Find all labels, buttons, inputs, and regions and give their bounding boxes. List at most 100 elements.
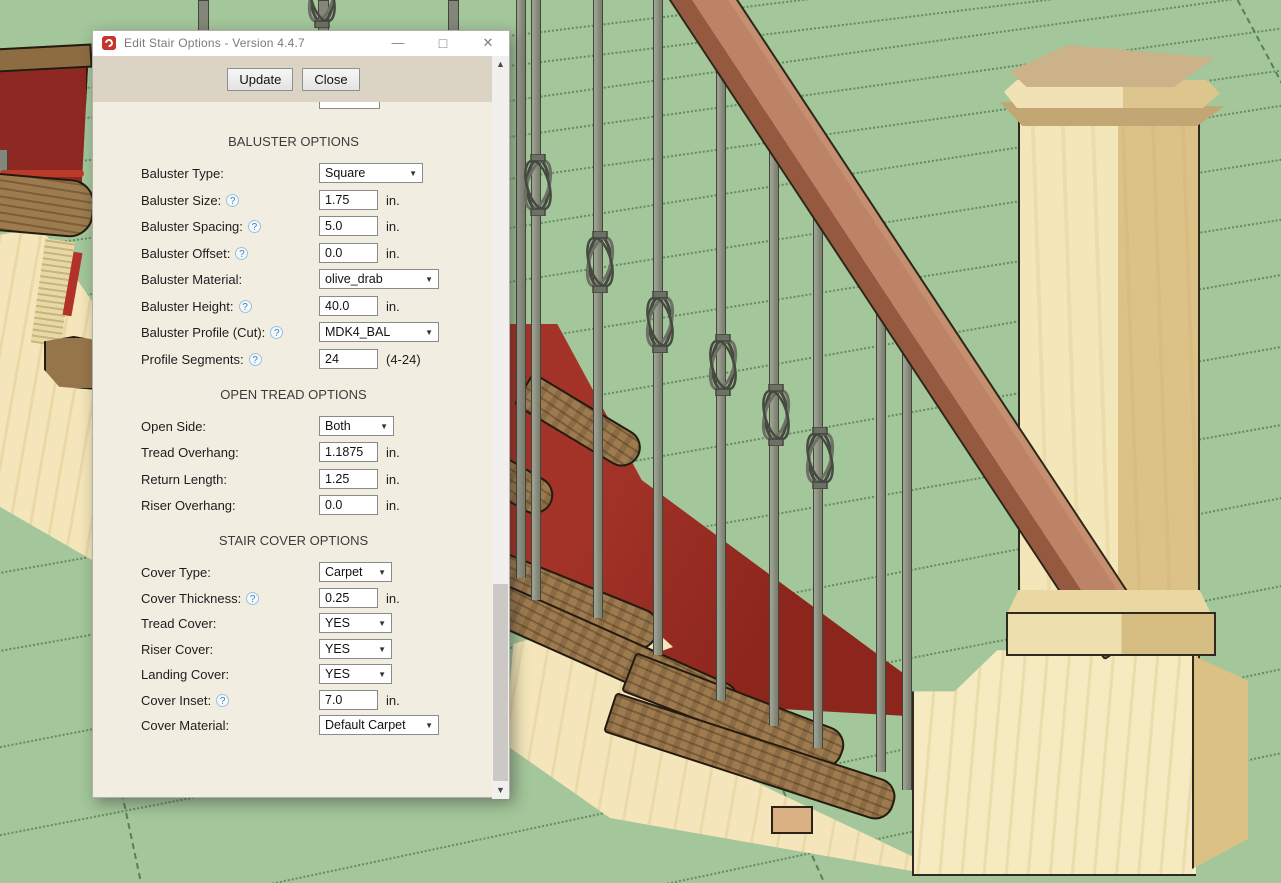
baluster-size-input[interactable]: 1.75 <box>319 190 378 210</box>
stair-tread <box>0 173 96 239</box>
unit-label: in. <box>386 498 400 513</box>
scrollbar-up-arrow[interactable]: ▲ <box>492 56 509 73</box>
cover-inset-input[interactable]: 7.0 <box>319 690 378 710</box>
section-heading-stair-cover-options: STAIR COVER OPTIONS <box>93 533 494 548</box>
close-dialog-button[interactable]: Close <box>302 68 359 91</box>
cover-thickness-input[interactable]: 0.25 <box>319 588 378 608</box>
field-label: Baluster Spacing: <box>141 219 243 234</box>
minimize-button[interactable]: — <box>387 33 409 53</box>
unit-label: in. <box>386 472 400 487</box>
help-icon[interactable]: ? <box>246 592 259 605</box>
basket-ornament <box>518 154 558 216</box>
unit-label: in. <box>386 445 400 460</box>
riser-overhang-input[interactable]: 0.0 <box>319 495 378 515</box>
form-row: Cover Inset:? 7.0 in. <box>93 690 494 710</box>
tread-overhang-input[interactable]: 1.1875 <box>319 442 378 462</box>
help-icon[interactable]: ? <box>216 694 229 707</box>
edit-stair-options-dialog: Edit Stair Options - Version 4.4.7 — □ ✕… <box>92 30 510 798</box>
help-icon[interactable]: ? <box>249 353 262 366</box>
baluster-rod <box>876 292 886 772</box>
field-label: Baluster Size: <box>141 193 221 208</box>
return-length-input[interactable]: 1.25 <box>319 469 378 489</box>
dropdown-arrow-icon: ▼ <box>378 568 386 577</box>
baluster-offset-input[interactable]: 0.0 <box>319 243 378 263</box>
form-row: Cover Material: Default Carpet▼ <box>93 715 494 735</box>
form-row: Tread Overhang: 1.1875 in. <box>93 442 494 462</box>
newel-post-base-side <box>1192 655 1248 869</box>
newel-post-collar <box>1006 612 1216 656</box>
update-button[interactable]: Update <box>227 68 293 91</box>
baluster-material-select[interactable]: olive_drab▼ <box>319 269 439 289</box>
baluster-rod <box>516 0 526 578</box>
unit-label: in. <box>386 299 400 314</box>
range-hint-label: (4-24) <box>386 352 421 367</box>
dialog-scrollbar[interactable]: ▲ ▼ <box>492 56 509 799</box>
baluster-height-input[interactable]: 40.0 <box>319 296 378 316</box>
cover-type-select[interactable]: Carpet▼ <box>319 562 392 582</box>
dropdown-arrow-icon: ▼ <box>378 645 386 654</box>
baluster-profile-select[interactable]: MDK4_BAL▼ <box>319 322 439 342</box>
section-heading-open-tread-options: OPEN TREAD OPTIONS <box>93 387 494 402</box>
cover-material-select[interactable]: Default Carpet▼ <box>319 715 439 735</box>
help-icon[interactable]: ? <box>239 300 252 313</box>
form-row: Baluster Height:? 40.0 in. <box>93 296 494 316</box>
profile-segments-input[interactable]: 24 <box>319 349 378 369</box>
scrollbar-down-arrow[interactable]: ▼ <box>492 782 509 799</box>
field-label: Riser Cover: <box>141 642 213 657</box>
field-label: Open Side: <box>141 419 206 434</box>
basket-ornament <box>302 0 342 28</box>
open-side-select[interactable]: Both▼ <box>319 416 394 436</box>
dropdown-arrow-icon: ▼ <box>380 422 388 431</box>
form-row: Baluster Material: olive_drab▼ <box>93 269 494 289</box>
field-label: Profile Segments: <box>141 352 244 367</box>
form-row: Baluster Size:? 1.75 in. <box>93 190 494 210</box>
landing-cover-select[interactable]: YES▼ <box>319 664 392 684</box>
basket-ornament <box>640 291 680 353</box>
field-label: Tread Cover: <box>141 616 216 631</box>
form-row: Tread Cover: YES▼ <box>93 613 494 633</box>
scrollbar-thumb[interactable] <box>493 584 508 781</box>
stair-tread <box>0 44 93 73</box>
dropdown-arrow-icon: ▼ <box>409 169 417 178</box>
dropdown-arrow-icon: ▼ <box>378 619 386 628</box>
form-row: Baluster Spacing:? 5.0 in. <box>93 216 494 236</box>
baluster-rod <box>448 0 459 32</box>
form-row: Baluster Profile (Cut):? MDK4_BAL▼ <box>93 322 494 342</box>
baluster-spacing-input[interactable]: 5.0 <box>319 216 378 236</box>
help-icon[interactable]: ? <box>226 194 239 207</box>
baluster-type-select[interactable]: Square▼ <box>319 163 423 183</box>
dropdown-arrow-icon: ▼ <box>378 670 386 679</box>
baluster-rod <box>593 0 603 618</box>
form-row: Cover Thickness:? 0.25 in. <box>93 588 494 608</box>
field-label: Cover Material: <box>141 718 229 733</box>
form-row: Landing Cover: YES▼ <box>93 664 494 684</box>
form-row: Return Length: 1.25 in. <box>93 469 494 489</box>
field-label: Cover Inset: <box>141 693 211 708</box>
help-icon[interactable]: ? <box>270 326 283 339</box>
riser-cover-select[interactable]: YES▼ <box>319 639 392 659</box>
field-label: Baluster Height: <box>141 299 234 314</box>
form-row: Baluster Type: Square▼ <box>93 163 494 183</box>
field-label: Baluster Type: <box>141 166 224 181</box>
sketchup-plugin-icon <box>102 36 116 50</box>
help-icon[interactable]: ? <box>248 220 261 233</box>
basket-ornament <box>800 427 840 489</box>
field-label: Cover Thickness: <box>141 591 241 606</box>
dialog-titlebar[interactable]: Edit Stair Options - Version 4.4.7 — □ ✕ <box>93 31 509 56</box>
help-icon[interactable]: ? <box>235 247 248 260</box>
dialog-title: Edit Stair Options - Version 4.4.7 <box>124 36 305 50</box>
field-label: Cover Type: <box>141 565 211 580</box>
unit-label: in. <box>386 591 400 606</box>
close-button[interactable]: ✕ <box>477 33 499 53</box>
form-row: Open Side: Both▼ <box>93 416 494 436</box>
field-label: Landing Cover: <box>141 667 229 682</box>
basket-ornament <box>703 334 743 396</box>
field-label: Return Length: <box>141 472 227 487</box>
tread-cover-select[interactable]: YES▼ <box>319 613 392 633</box>
field-label: Baluster Material: <box>141 272 242 287</box>
form-row: Riser Overhang: 0.0 in. <box>93 495 494 515</box>
dropdown-arrow-icon: ▼ <box>425 275 433 284</box>
maximize-button[interactable]: □ <box>432 33 454 53</box>
baluster-rod <box>198 0 209 32</box>
dropdown-arrow-icon: ▼ <box>425 721 433 730</box>
